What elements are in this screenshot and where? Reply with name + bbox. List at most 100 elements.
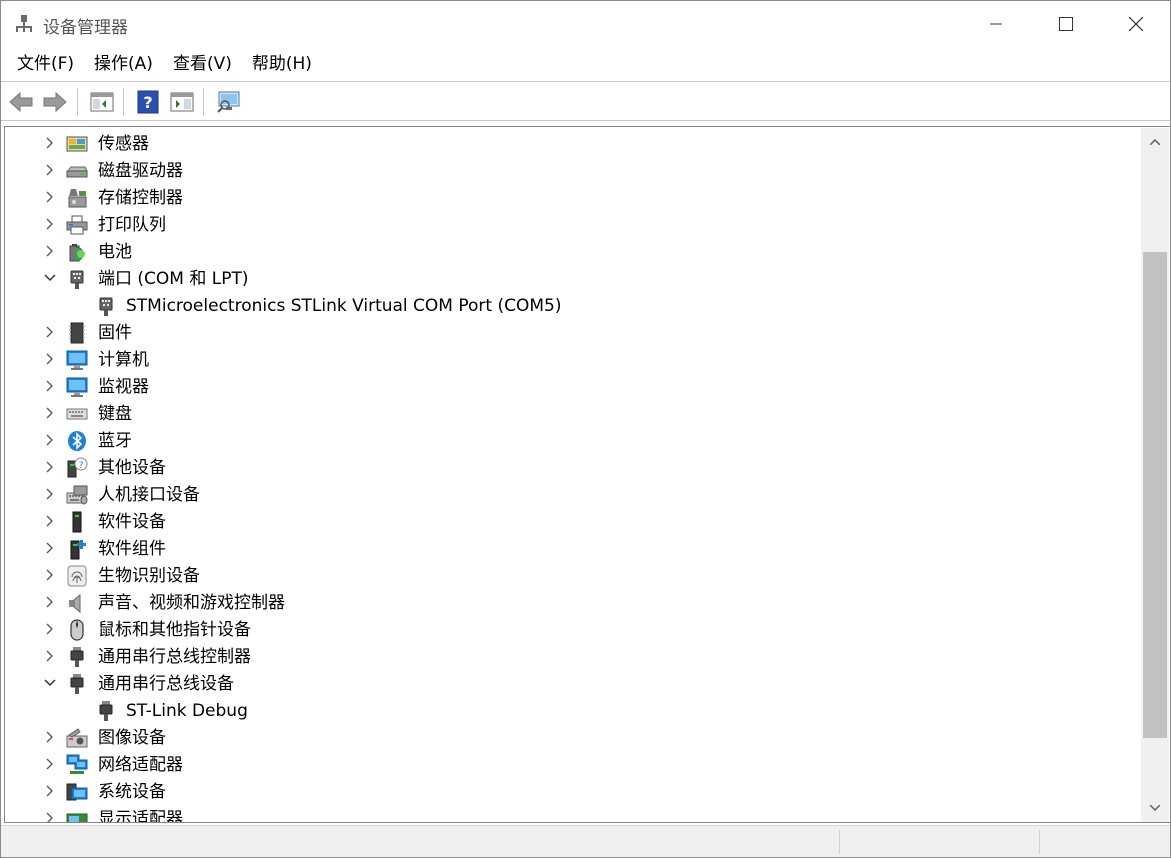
device-tree-category[interactable]: 键盘: [5, 400, 1142, 427]
device-tree-category[interactable]: 通用串行总线控制器: [5, 643, 1142, 670]
chevron-right-icon[interactable]: [43, 325, 57, 339]
monitor-icon: [66, 376, 88, 398]
fingerprint-icon: [66, 565, 88, 587]
chevron-down-icon[interactable]: [43, 271, 57, 285]
chevron-right-icon[interactable]: [43, 460, 57, 474]
device-tree-category[interactable]: 监视器: [5, 373, 1142, 400]
tree-item-label: 键盘: [98, 404, 132, 424]
window-title: 设备管理器: [43, 18, 128, 38]
device-tree-category[interactable]: 通用串行总线设备: [5, 670, 1142, 697]
device-tree-category[interactable]: 端口 (COM 和 LPT): [5, 265, 1142, 292]
device-tree-category[interactable]: 图像设备: [5, 724, 1142, 751]
chevron-right-icon[interactable]: [43, 595, 57, 609]
device-tree-category[interactable]: 人机接口设备: [5, 481, 1142, 508]
device-tree-category[interactable]: 鼠标和其他指针设备: [5, 616, 1142, 643]
chevron-right-icon[interactable]: [43, 811, 57, 822]
chevron-right-icon[interactable]: [43, 541, 57, 555]
chevron-right-icon[interactable]: [43, 190, 57, 204]
tree-item-label: 图像设备: [98, 728, 166, 748]
chevron-right-icon[interactable]: [43, 352, 57, 366]
chevron-right-icon[interactable]: [43, 217, 57, 231]
device-tree-category[interactable]: 打印队列: [5, 211, 1142, 238]
maximize-button[interactable]: [1031, 1, 1101, 47]
back-button[interactable]: [7, 88, 35, 116]
device-tree-category[interactable]: ? 其他设备: [5, 454, 1142, 481]
port-icon: [95, 295, 117, 317]
device-tree-category[interactable]: 计算机: [5, 346, 1142, 373]
menu-help[interactable]: 帮助(H): [244, 49, 320, 79]
tree-item-label: 磁盘驱动器: [98, 161, 183, 181]
device-tree-category[interactable]: 网络适配器: [5, 751, 1142, 778]
device-tree-category[interactable]: 软件设备: [5, 508, 1142, 535]
tree-item-label: 声音、视频和游戏控制器: [98, 593, 285, 613]
device-tree-list: 传感器磁盘驱动器存储控制器打印队列电池端口 (COM 和 LPT) STMicro…: [5, 130, 1142, 822]
network-adapter-icon: [66, 754, 88, 776]
chevron-right-icon[interactable]: [43, 163, 57, 177]
chevron-right-icon[interactable]: [43, 514, 57, 528]
chevron-right-icon[interactable]: [43, 433, 57, 447]
device-tree-category[interactable]: 磁盘驱动器: [5, 157, 1142, 184]
forward-button[interactable]: [41, 88, 69, 116]
chevron-down-icon[interactable]: [43, 676, 57, 690]
device-tree-category[interactable]: 软件组件: [5, 535, 1142, 562]
menu-file[interactable]: 文件(F): [9, 49, 82, 79]
keyboard-icon: [66, 403, 88, 425]
title-bar[interactable]: 设备管理器: [1, 1, 1170, 47]
chevron-right-icon[interactable]: [43, 568, 57, 582]
device-tree-child-item[interactable]: ST-Link Debug: [5, 697, 1142, 724]
toolbar: ?: [1, 81, 1170, 121]
scroll-down-button[interactable]: [1141, 794, 1169, 822]
device-tree-category[interactable]: 存储控制器: [5, 184, 1142, 211]
properties-pane-button[interactable]: [88, 88, 116, 116]
svg-text:?: ?: [143, 93, 152, 112]
device-tree-category[interactable]: 蓝牙: [5, 427, 1142, 454]
device-tree-category[interactable]: 电池: [5, 238, 1142, 265]
storage-controller-icon: [66, 187, 88, 209]
device-tree-child-item[interactable]: STMicroelectronics STLink Virtual COM Po…: [5, 292, 1142, 319]
device-tree-category[interactable]: 声音、视频和游戏控制器: [5, 589, 1142, 616]
menu-view[interactable]: 查看(V): [165, 49, 240, 79]
menu-action[interactable]: 操作(A): [86, 49, 161, 79]
chevron-right-icon[interactable]: [43, 730, 57, 744]
device-tree-category[interactable]: 显示适配器: [5, 805, 1142, 822]
hid-device-icon: [66, 484, 88, 506]
chevron-right-icon[interactable]: [43, 622, 57, 636]
computer-monitor-icon: [66, 349, 88, 371]
device-tree-category[interactable]: 系统设备: [5, 778, 1142, 805]
chevron-right-icon[interactable]: [43, 244, 57, 258]
software-device-icon: [66, 511, 88, 533]
chevron-right-icon[interactable]: [43, 784, 57, 798]
chevron-right-icon[interactable]: [43, 487, 57, 501]
device-tree-category[interactable]: 生物识别设备: [5, 562, 1142, 589]
scroll-up-button[interactable]: [1141, 128, 1169, 156]
chevron-right-icon[interactable]: [43, 649, 57, 663]
close-button[interactable]: [1101, 1, 1171, 47]
scroll-thumb[interactable]: [1143, 252, 1167, 738]
chevron-right-icon[interactable]: [43, 379, 57, 393]
firmware-chip-icon: [66, 322, 88, 344]
tree-item-label: 软件设备: [98, 512, 166, 532]
scan-hardware-button[interactable]: [215, 88, 243, 116]
tree-item-label: 存储控制器: [98, 188, 183, 208]
tree-item-label: 电池: [98, 242, 132, 262]
device-tree[interactable]: 传感器磁盘驱动器存储控制器打印队列电池端口 (COM 和 LPT) STMicro…: [4, 126, 1170, 823]
tree-item-label: 鼠标和其他指针设备: [98, 620, 251, 640]
status-bar: [1, 825, 1170, 857]
speaker-icon: [66, 592, 88, 614]
scan-monitor-icon: [217, 91, 240, 113]
device-tree-category[interactable]: 传感器: [5, 130, 1142, 157]
tree-item-label: 其他设备: [98, 458, 166, 478]
vertical-scrollbar[interactable]: [1141, 128, 1169, 822]
usb-plug-icon: [95, 700, 117, 722]
chevron-right-icon[interactable]: [43, 757, 57, 771]
tree-item-label: 人机接口设备: [98, 485, 200, 505]
run-pane-button[interactable]: [168, 88, 196, 116]
minimize-button[interactable]: [961, 1, 1031, 47]
device-tree-category[interactable]: 固件: [5, 319, 1142, 346]
chevron-right-icon[interactable]: [43, 136, 57, 150]
help-button[interactable]: ?: [134, 88, 162, 116]
printer-icon: [66, 214, 88, 236]
menu-bar: 文件(F) 操作(A) 查看(V) 帮助(H): [1, 47, 1170, 81]
close-icon: [1129, 17, 1143, 31]
chevron-right-icon[interactable]: [43, 406, 57, 420]
